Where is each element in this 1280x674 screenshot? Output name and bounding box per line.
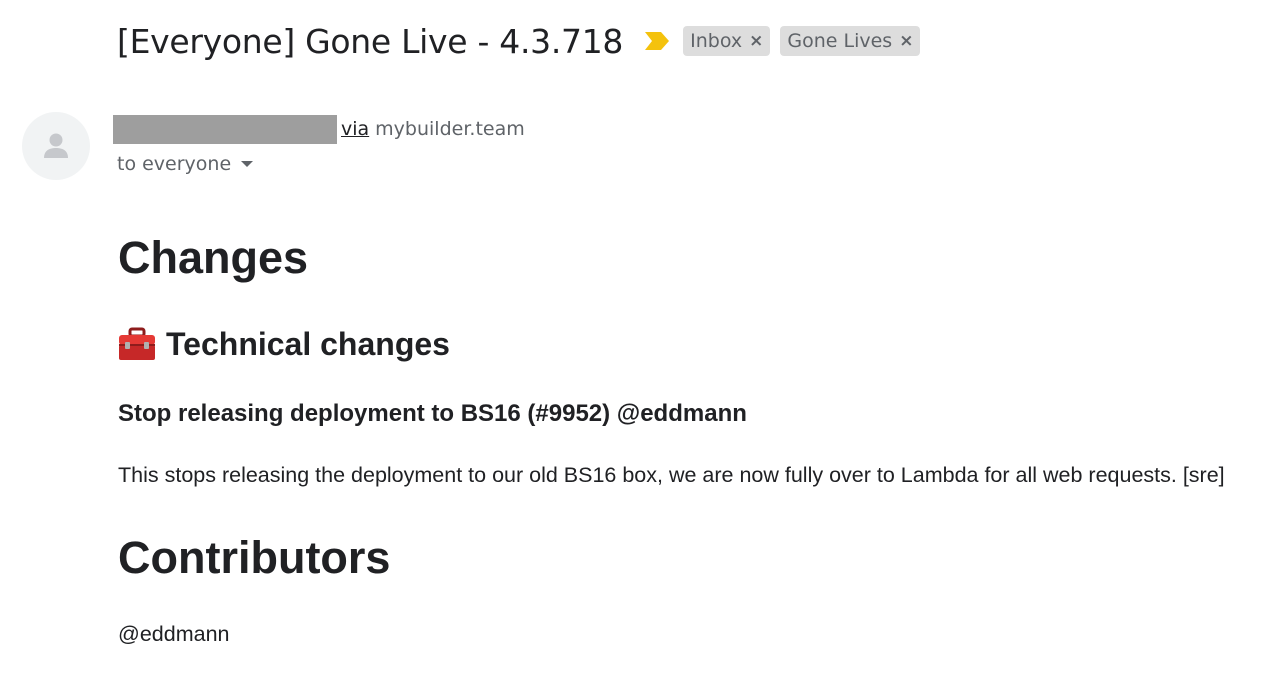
toolbox-icon (119, 327, 155, 360)
heading-changes: Changes (118, 232, 309, 283)
recipients-toggle[interactable]: to everyone (117, 150, 254, 178)
importance-marker-icon[interactable] (643, 30, 671, 52)
recipients-label: to everyone (117, 153, 232, 175)
change-title: Stop releasing deployment to BS16 (#9952… (118, 400, 747, 427)
heading-technical-text: Technical changes (166, 325, 450, 362)
heading-technical-changes: Technical changes (117, 323, 450, 365)
remove-label-icon[interactable]: × (899, 31, 913, 51)
sender-row: via mybuilder.team (113, 114, 525, 144)
label-chip-text: Gone Lives (787, 30, 893, 52)
caret-down-icon[interactable] (241, 161, 254, 167)
label-chip-gone-lives[interactable]: Gone Lives × (780, 26, 921, 56)
remove-label-icon[interactable]: × (749, 31, 763, 51)
change-description: This stops releasing the deployment to o… (118, 463, 1225, 487)
heading-contributors: Contributors (118, 532, 391, 583)
contributors-list: @eddmann (118, 622, 230, 646)
person-icon (44, 133, 68, 158)
via-link[interactable]: via (341, 118, 369, 140)
email-subject: [Everyone] Gone Live - 4.3.718 (117, 21, 624, 61)
sender-domain: mybuilder.team (375, 118, 525, 140)
subject-row: [Everyone] Gone Live - 4.3.718 Inbox × G… (117, 18, 921, 64)
label-chip-inbox[interactable]: Inbox × (683, 26, 771, 56)
label-chip-text: Inbox (690, 30, 743, 52)
sender-avatar[interactable] (22, 112, 90, 180)
redacted-sender-name (113, 114, 337, 144)
